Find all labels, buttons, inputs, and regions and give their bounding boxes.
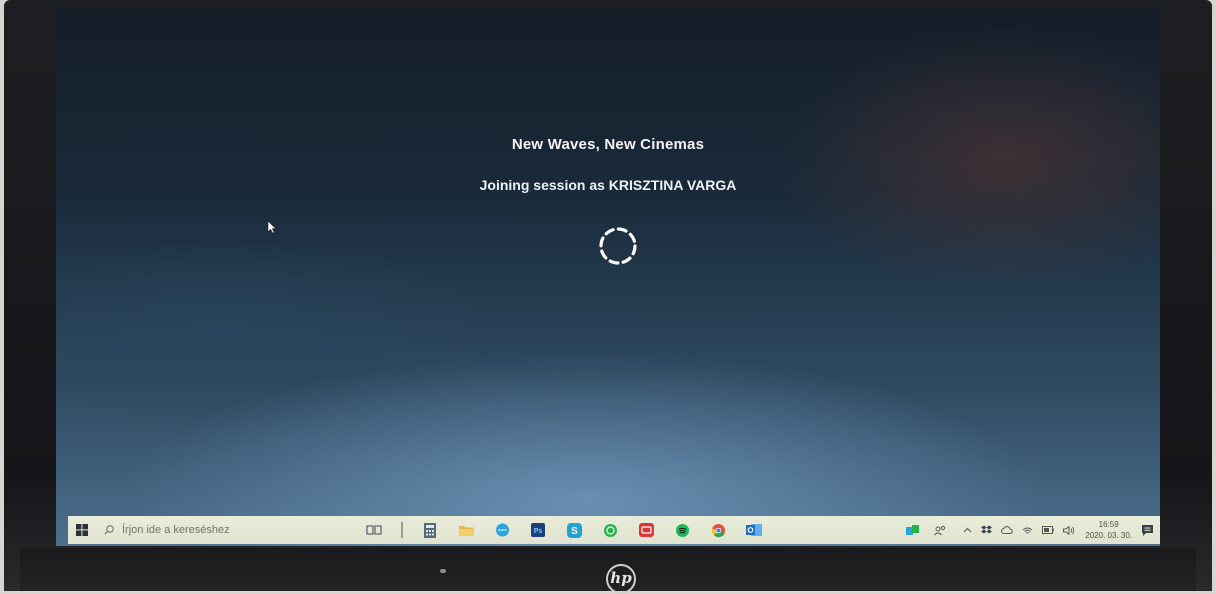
search-icon	[104, 525, 114, 535]
chrome-button[interactable]	[708, 520, 728, 540]
battery-button[interactable]	[1042, 526, 1055, 534]
clock-time: 16:59	[1098, 520, 1119, 529]
tray-app-button[interactable]	[906, 524, 920, 536]
taskbar-clock[interactable]: 16:59 2020. 03. 30.	[1085, 519, 1132, 541]
joining-status: Joining session as KRISZTINA VARGA	[479, 177, 737, 193]
taskbar-divider	[400, 520, 404, 540]
notification-icon	[1142, 524, 1153, 536]
wifi-icon	[1022, 527, 1033, 534]
skype-button[interactable]: S	[564, 520, 584, 540]
screen: New Waves, New Cinemas Joining session a…	[56, 8, 1160, 546]
skype-icon: S	[566, 522, 582, 538]
start-button[interactable]	[68, 516, 96, 544]
file-explorer-button[interactable]	[456, 520, 476, 540]
onedrive-tray-button[interactable]	[1001, 526, 1013, 534]
task-view-icon	[366, 525, 382, 535]
messenger-icon	[495, 523, 509, 536]
photoshop-button[interactable]: Ps	[528, 520, 548, 540]
svg-text:Ps: Ps	[534, 528, 543, 535]
screen-capture-icon	[638, 523, 654, 537]
dropbox-icon	[981, 525, 993, 534]
app-tray-icon	[906, 525, 920, 535]
action-center-button[interactable]	[1141, 524, 1154, 537]
pinned-apps: Ps S	[364, 516, 780, 544]
divider-icon	[401, 522, 403, 538]
people-icon	[934, 525, 946, 535]
battery-icon	[1042, 526, 1055, 534]
session-title: New Waves, New Cinemas	[511, 136, 705, 153]
volume-button[interactable]	[1063, 525, 1075, 535]
messenger-button[interactable]	[492, 520, 512, 540]
cloud-icon	[1001, 526, 1013, 534]
webcam-light	[440, 569, 446, 573]
show-hidden-icons-button[interactable]	[963, 527, 972, 533]
file-explorer-icon	[458, 526, 474, 536]
speaker-icon	[1063, 525, 1075, 535]
photoshop-icon: Ps	[531, 523, 545, 537]
calculator-button[interactable]	[420, 520, 440, 540]
screen-capture-button[interactable]	[636, 520, 656, 540]
windows-logo-icon	[76, 524, 88, 536]
loading-spinner-icon	[599, 227, 637, 265]
search-placeholder: Írjon ide a kereséshez	[122, 524, 230, 536]
outlook-button[interactable]	[744, 520, 764, 540]
dropbox-tray-button[interactable]	[981, 525, 993, 535]
whatsapp-button[interactable]	[600, 520, 620, 540]
chevron-up-icon	[963, 527, 972, 533]
system-tray: 16:59 2020. 03. 30.	[897, 516, 1154, 544]
chrome-icon	[711, 523, 725, 537]
svg-text:S: S	[571, 526, 578, 537]
clock-date: 2020. 03. 30.	[1085, 531, 1132, 540]
spotify-icon	[675, 523, 689, 537]
outlook-icon	[746, 524, 762, 536]
task-view-button[interactable]	[364, 520, 384, 540]
hp-logo: hp	[606, 564, 636, 594]
spotify-button[interactable]	[672, 520, 692, 540]
people-button[interactable]	[934, 525, 947, 536]
mouse-pointer-icon	[267, 220, 277, 234]
calculator-icon	[424, 522, 436, 538]
taskbar: Írjon ide a kereséshez Ps S 16:59 2020. …	[68, 516, 1160, 544]
whatsapp-icon	[603, 523, 617, 537]
network-button[interactable]	[1022, 526, 1033, 535]
search-input[interactable]: Írjon ide a kereséshez	[104, 519, 334, 541]
